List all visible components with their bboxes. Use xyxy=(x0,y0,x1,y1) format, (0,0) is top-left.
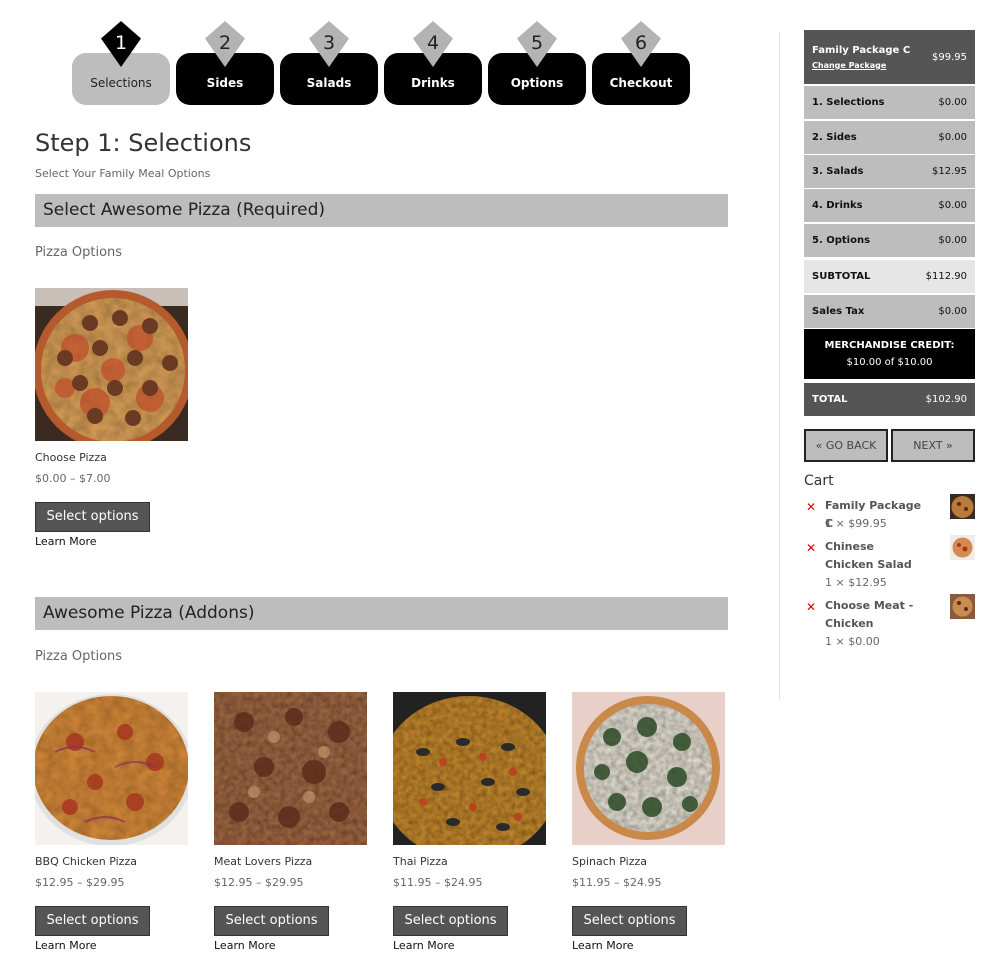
package-info: Family Package C Change Package xyxy=(812,45,910,70)
page-title: Step 1: Selections xyxy=(35,129,252,157)
product-card: Thai Pizza $11.95 – $24.95 Select option… xyxy=(393,692,553,952)
summary-line-amount: $0.00 xyxy=(938,235,967,246)
select-options-button[interactable]: Select options xyxy=(214,906,329,936)
product-name[interactable]: Meat Lovers Pizza xyxy=(214,855,312,868)
wizard-steps: 1 Selections 2 Sides 3 Salads 4 Drinks 5… xyxy=(72,18,692,108)
remove-icon[interactable]: ✕ xyxy=(806,541,816,555)
summary-line-amount: $0.00 xyxy=(938,132,967,143)
summary-line-amount: $0.00 xyxy=(938,200,967,211)
select-options-button[interactable]: Select options xyxy=(393,906,508,936)
product-name[interactable]: Thai Pizza xyxy=(393,855,448,868)
subtotal-row: SUBTOTAL $112.90 xyxy=(804,260,975,293)
spinach-pizza-image[interactable] xyxy=(572,692,725,845)
thai-pizza-image[interactable] xyxy=(393,692,546,845)
product-card: Spinach Pizza $11.95 – $24.95 Select opt… xyxy=(572,692,732,952)
credit-label: MERCHANDISE CREDIT: xyxy=(824,340,955,351)
product-price: $12.95 – $29.95 xyxy=(214,876,304,889)
section-heading: Select Awesome Pizza (Required) xyxy=(35,194,728,227)
step-options[interactable]: 5 Options xyxy=(488,18,586,108)
cart-item-name[interactable]: Chinese Chicken Salad xyxy=(825,538,925,574)
step-salads[interactable]: 3 Salads xyxy=(280,18,378,108)
product-card: Meat Lovers Pizza $12.95 – $29.95 Select… xyxy=(214,692,374,952)
summary-line-drinks: 4. Drinks $0.00 xyxy=(804,189,975,222)
summary-line-selections: 1. Selections $0.00 xyxy=(804,86,975,119)
learn-more-link[interactable]: Learn More xyxy=(35,939,97,952)
section-heading: Awesome Pizza (Addons) xyxy=(35,597,728,630)
change-package-link[interactable]: Change Package xyxy=(812,61,910,70)
sales-tax-amount: $0.00 xyxy=(938,306,967,317)
learn-more-link[interactable]: Learn More xyxy=(572,939,634,952)
section-subheading: Pizza Options xyxy=(35,245,123,260)
go-back-button[interactable]: « GO BACK xyxy=(804,429,888,462)
product-name[interactable]: Spinach Pizza xyxy=(572,855,647,868)
select-options-button[interactable]: Select options xyxy=(35,502,150,532)
summary-line-amount: $0.00 xyxy=(938,97,967,108)
step-number: 1 xyxy=(114,32,128,54)
step-selections[interactable]: 1 Selections xyxy=(72,18,170,108)
meat-lovers-pizza-image[interactable] xyxy=(214,692,367,845)
package-row: Family Package C Change Package $99.95 xyxy=(804,30,975,84)
summary-line-sides: 2. Sides $0.00 xyxy=(804,121,975,154)
cart-item-thumbnail xyxy=(950,494,975,519)
summary-line-options: 5. Options $0.00 xyxy=(804,224,975,257)
step-number: 6 xyxy=(634,32,648,54)
summary-line-label: 4. Drinks xyxy=(812,200,863,211)
next-button[interactable]: NEXT » xyxy=(891,429,975,462)
summary-line-label: 1. Selections xyxy=(812,97,885,108)
total-amount: $102.90 xyxy=(925,394,967,405)
subtotal-amount: $112.90 xyxy=(925,271,967,282)
step-number: 3 xyxy=(322,32,336,54)
package-price: $99.95 xyxy=(932,51,967,63)
merchandise-credit-row: MERCHANDISE CREDIT: $10.00 of $10.00 xyxy=(804,329,975,379)
summary-line-label: 3. Salads xyxy=(812,166,864,177)
total-label: TOTAL xyxy=(812,394,848,405)
section-subheading: Pizza Options xyxy=(35,649,123,664)
learn-more-link[interactable]: Learn More xyxy=(393,939,455,952)
step-number: 5 xyxy=(530,32,544,54)
learn-more-link[interactable]: Learn More xyxy=(35,535,97,548)
cart-item-qty: 1 × $12.95 xyxy=(825,576,887,589)
remove-icon[interactable]: ✕ xyxy=(806,500,816,514)
sales-tax-label: Sales Tax xyxy=(812,306,865,317)
summary-line-salads: 3. Salads $12.95 xyxy=(804,155,975,188)
summary-line-amount: $12.95 xyxy=(932,166,967,177)
product-name[interactable]: BBQ Chicken Pizza xyxy=(35,855,137,868)
cart-item-thumbnail xyxy=(950,535,975,560)
page-subtitle: Select Your Family Meal Options xyxy=(35,167,211,180)
cart-item-qty: 1 × $99.95 xyxy=(825,517,887,530)
cart-item-qty: 1 × $0.00 xyxy=(825,635,880,648)
remove-icon[interactable]: ✕ xyxy=(806,600,816,614)
product-price: $11.95 – $24.95 xyxy=(572,876,662,889)
cart-item-thumbnail xyxy=(950,594,975,619)
total-row: TOTAL $102.90 xyxy=(804,383,975,416)
learn-more-link[interactable]: Learn More xyxy=(214,939,276,952)
product-price: $0.00 – $7.00 xyxy=(35,472,111,485)
step-drinks[interactable]: 4 Drinks xyxy=(384,18,482,108)
select-options-button[interactable]: Select options xyxy=(35,906,150,936)
product-price: $11.95 – $24.95 xyxy=(393,876,483,889)
product-price: $12.95 – $29.95 xyxy=(35,876,125,889)
credit-value: $10.00 of $10.00 xyxy=(846,357,933,368)
bbq-chicken-pizza-image[interactable] xyxy=(35,692,188,845)
column-divider xyxy=(779,32,780,700)
summary-line-label: 5. Options xyxy=(812,235,871,246)
pepperoni-meatball-pizza-image[interactable] xyxy=(35,288,188,441)
step-checkout[interactable]: 6 Checkout xyxy=(592,18,690,108)
step-sides[interactable]: 2 Sides xyxy=(176,18,274,108)
step-number: 2 xyxy=(218,32,232,54)
package-name: Family Package C xyxy=(812,44,911,56)
subtotal-label: SUBTOTAL xyxy=(812,271,871,282)
cart-title: Cart xyxy=(804,473,834,489)
product-card: BBQ Chicken Pizza $12.95 – $29.95 Select… xyxy=(35,692,195,952)
step-number: 4 xyxy=(426,32,440,54)
select-options-button[interactable]: Select options xyxy=(572,906,687,936)
sales-tax-row: Sales Tax $0.00 xyxy=(804,295,975,328)
summary-line-label: 2. Sides xyxy=(812,132,857,143)
cart-item-name[interactable]: Choose Meat - Chicken xyxy=(825,597,925,633)
product-name[interactable]: Choose Pizza xyxy=(35,451,107,464)
product-card: Choose Pizza $0.00 – $7.00 Select option… xyxy=(35,288,195,548)
